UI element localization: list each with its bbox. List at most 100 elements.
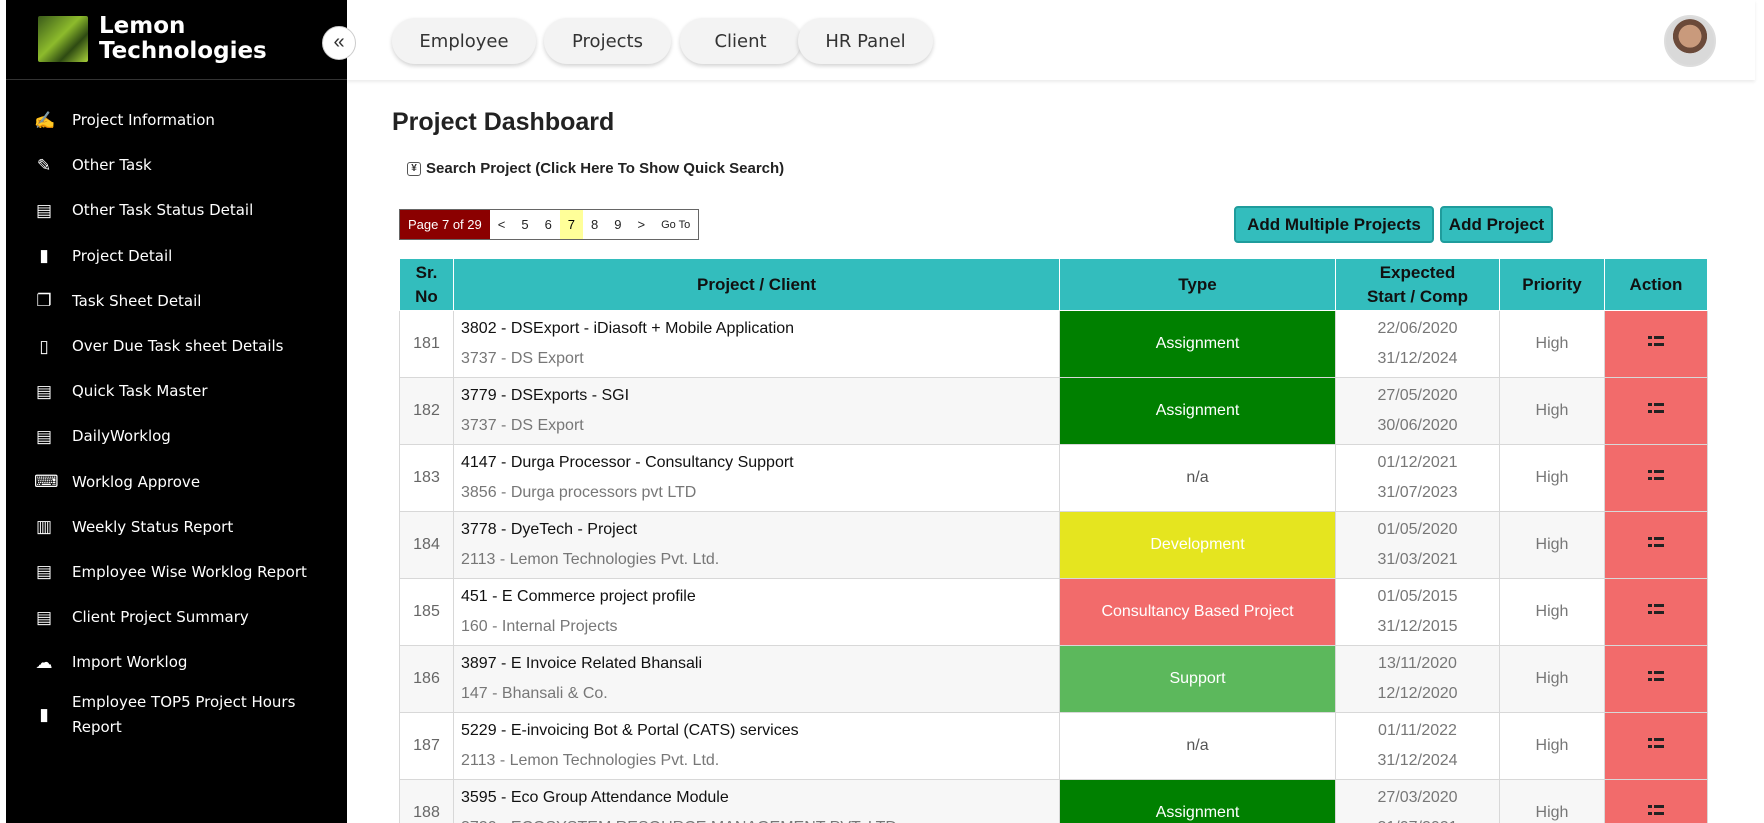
start-date: 01/05/2020 xyxy=(1377,521,1458,538)
sidebar-item-13[interactable]: ▮ Employee TOP5 Project Hours Report xyxy=(6,685,347,745)
sidebar-item-4[interactable]: ❐ Task Sheet Detail xyxy=(6,279,347,324)
client-name: 2113 - Lemon Technologies Pvt. Ltd. xyxy=(461,752,720,769)
cell-priority: High xyxy=(1499,511,1605,579)
row-action-button[interactable] xyxy=(1604,511,1708,579)
cell-dates: 22/06/2020 31/12/2024 xyxy=(1335,310,1500,378)
brand-name: Lemon Technologies xyxy=(99,14,267,64)
sidebar-item-7[interactable]: ▤ DailyWorklog xyxy=(6,414,347,459)
client-name: 3720 - ECOSYSTEM RESOURCE MANAGEMENT PVT… xyxy=(461,813,1059,823)
pager-page-5[interactable]: 5 xyxy=(513,210,536,239)
project-name[interactable]: 3897 - E Invoice Related Bhansali xyxy=(461,649,1059,679)
sidebar-item-11[interactable]: ▤ Client Project Summary xyxy=(6,595,347,640)
col-header-project[interactable]: Project / Client xyxy=(453,258,1060,311)
completion-date: 12/12/2020 xyxy=(1377,685,1458,702)
table-body: 181 3802 - DSExport - iDiasoft + Mobile A… xyxy=(399,310,1708,823)
sidebar-item-0[interactable]: ✍ Project Information xyxy=(6,98,347,143)
sidebar-item-label: Task Sheet Detail xyxy=(72,291,202,310)
pager-page-9[interactable]: 9 xyxy=(606,210,629,239)
row-action-button[interactable] xyxy=(1604,712,1708,780)
cell-type: Consultancy Based Project xyxy=(1059,578,1336,646)
col-header-action: Action xyxy=(1604,258,1708,311)
copy-icon: ❐ xyxy=(36,291,52,311)
tab-projects[interactable]: Projects xyxy=(544,18,671,64)
cell-sr: 185 xyxy=(399,578,454,646)
cell-priority: High xyxy=(1499,645,1605,713)
pager-prev[interactable]: < xyxy=(490,210,514,239)
col-header-sr-line1: Sr. xyxy=(415,262,438,282)
pager-next[interactable]: > xyxy=(630,210,654,239)
sidebar-item-2[interactable]: ▤ Other Task Status Detail xyxy=(6,188,347,233)
page-indicator: Page 7 of 29 xyxy=(400,210,490,239)
cell-project-client: 4147 - Durga Processor - Consultancy Sup… xyxy=(453,444,1060,512)
row-action-button[interactable] xyxy=(1604,377,1708,445)
user-avatar[interactable] xyxy=(1664,15,1716,67)
pager-page-8[interactable]: 8 xyxy=(583,210,606,239)
col-header-priority[interactable]: Priority xyxy=(1499,258,1605,311)
sidebar-item-label: Weekly Status Report xyxy=(72,517,234,536)
completion-date: 31/12/2024 xyxy=(1377,350,1458,367)
sidebar-item-label: Employee Wise Worklog Report xyxy=(72,562,307,581)
sidebar-item-10[interactable]: ▤ Employee Wise Worklog Report xyxy=(6,550,347,595)
cell-sr: 184 xyxy=(399,511,454,579)
table-row: 1883595 - Eco Group Attendance Module372… xyxy=(399,779,1708,823)
sidebar-item-5[interactable]: ▯ Over Due Task sheet Details xyxy=(6,324,347,369)
company-logo xyxy=(38,16,88,62)
table-row: 186 3897 - E Invoice Related Bhansali 147 … xyxy=(399,645,1708,713)
cell-dates: 27/05/2020 30/06/2020 xyxy=(1335,377,1500,445)
project-name[interactable]: 4147 - Durga Processor - Consultancy Sup… xyxy=(461,448,1059,478)
tab-hr-panel[interactable]: HR Panel xyxy=(798,18,933,64)
sidebar-item-6[interactable]: ▤ Quick Task Master xyxy=(6,369,347,414)
start-date: 22/06/2020 xyxy=(1377,320,1458,337)
sidebar-item-label: Worklog Approve xyxy=(72,472,201,491)
pager-page-current[interactable]: 7 xyxy=(559,210,584,239)
cell-priority: High xyxy=(1499,712,1605,780)
cell-type: Support xyxy=(1059,645,1336,713)
add-project-button[interactable]: Add Project xyxy=(1440,206,1553,243)
client-name: 3737 - DS Export xyxy=(461,417,584,434)
table-row: 185 451 - E Commerce project profile 160 -… xyxy=(399,578,1708,646)
row-action-button[interactable] xyxy=(1604,578,1708,646)
pager-page-6[interactable]: 6 xyxy=(537,210,560,239)
sidebar-item-label: Project Information xyxy=(72,111,215,130)
cell-project-client: 3897 - E Invoice Related Bhansali 147 - B… xyxy=(453,645,1060,713)
top-navbar: Employee Projects Client HR Panel xyxy=(347,0,1755,80)
project-name[interactable]: 5229 - E-invoicing Bot & Portal (CATS) s… xyxy=(461,716,1059,746)
row-action-button[interactable] xyxy=(1604,310,1708,378)
project-name[interactable]: 3595 - Eco Group Attendance Module xyxy=(461,783,1059,813)
pager-goto[interactable]: Go To xyxy=(653,210,698,239)
project-name[interactable]: 3802 - DSExport - iDiasoft + Mobile Appl… xyxy=(461,314,1059,344)
project-name[interactable]: 3779 - DSExports - SGI xyxy=(461,381,1059,411)
col-header-sr[interactable]: Sr. No xyxy=(399,258,454,311)
project-name[interactable]: 3778 - DyeTech - Project xyxy=(461,515,1059,545)
sidebar-item-label: Project Detail xyxy=(72,246,173,265)
sidebar-menu: ✍ Project Information ✎ Other Task ▤ Other Ta… xyxy=(6,98,347,745)
col-header-dates-line1: Expected xyxy=(1379,262,1456,282)
sidebar-item-3[interactable]: ▮ Project Detail xyxy=(6,234,347,279)
tab-client[interactable]: Client xyxy=(680,18,801,64)
hand-writing-icon: ✍ xyxy=(34,110,56,130)
sidebar-item-label: Import Worklog xyxy=(72,653,188,672)
project-name[interactable]: 451 - E Commerce project profile xyxy=(461,582,1059,612)
quick-search-toggle[interactable]: ¥ Search Project (Click Here To Show Qui… xyxy=(407,160,784,177)
bar-chart-icon: ▥ xyxy=(35,517,53,537)
row-action-button[interactable] xyxy=(1604,779,1708,823)
row-action-button[interactable] xyxy=(1604,444,1708,512)
sidebar-item-8[interactable]: ⌨ Worklog Approve xyxy=(6,460,347,505)
double-chevron-left-icon: « xyxy=(333,31,345,53)
sidebar-item-1[interactable]: ✎ Other Task xyxy=(6,143,347,188)
sidebar-item-label: Other Task Status Detail xyxy=(72,201,254,220)
col-header-dates[interactable]: Expected Start / Comp xyxy=(1335,258,1500,311)
row-action-button[interactable] xyxy=(1604,645,1708,713)
cell-priority: High xyxy=(1499,578,1605,646)
list-menu-icon xyxy=(1648,403,1664,415)
sidebar-item-12[interactable]: ☁ Import Worklog xyxy=(6,640,347,685)
col-header-type[interactable]: Type xyxy=(1059,258,1336,311)
table-row: 181 3802 - DSExport - iDiasoft + Mobile A… xyxy=(399,310,1708,378)
sidebar-item-9[interactable]: ▥ Weekly Status Report xyxy=(6,505,347,550)
tab-employee[interactable]: Employee xyxy=(392,18,536,64)
cloud-upload-icon: ☁ xyxy=(35,652,53,672)
client-name: 3856 - Durga processors pvt LTD xyxy=(461,484,697,501)
start-date: 27/05/2020 xyxy=(1377,387,1458,404)
add-multiple-projects-button[interactable]: Add Multiple Projects xyxy=(1234,206,1434,243)
sidebar-collapse-button[interactable]: « xyxy=(322,26,356,60)
